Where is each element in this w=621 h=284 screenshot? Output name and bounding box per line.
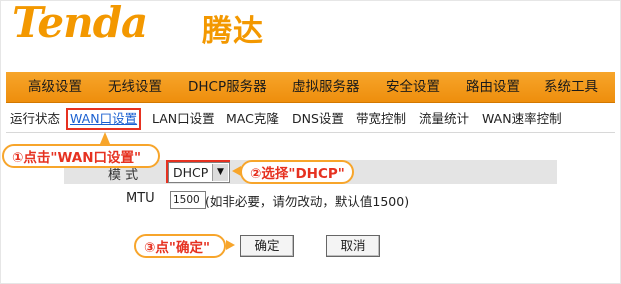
callout-step3: ③点"确定" [134, 234, 226, 258]
mtu-input[interactable]: 1500 [170, 191, 206, 209]
logo-text-cn: 腾达 [202, 14, 264, 49]
subnav-bandwidth-control[interactable]: 带宽控制 [356, 110, 406, 128]
callout-step2: ②选择"DHCP" [240, 160, 354, 184]
mode-select-value: DHCP [173, 165, 209, 180]
subnav-lan-settings[interactable]: LAN口设置 [152, 110, 215, 128]
main-nav: 高级设置 无线设置 DHCP服务器 虚拟服务器 安全设置 路由设置 系统工具 [6, 72, 615, 103]
nav-route-settings[interactable]: 路由设置 [466, 72, 520, 102]
callout-pointer [100, 132, 110, 144]
nav-wireless-settings[interactable]: 无线设置 [108, 72, 162, 102]
subnav-traffic-stats[interactable]: 流量统计 [419, 110, 469, 128]
mtu-hint: (如非必要，请勿改动，默认值1500) [205, 194, 410, 209]
sub-nav: 运行状态 WAN口设置 LAN口设置 MAC克隆 DNS设置 带宽控制 流量统计… [6, 104, 615, 134]
cancel-button[interactable]: 取消 [326, 235, 380, 257]
nav-system-tools[interactable]: 系统工具 [544, 72, 598, 102]
mtu-label: MTU [126, 191, 155, 206]
nav-virtual-server[interactable]: 虚拟服务器 [292, 72, 360, 102]
confirm-button[interactable]: 确定 [240, 235, 294, 257]
subnav-wan-rate-control[interactable]: WAN速率控制 [482, 110, 562, 128]
subnav-divider [6, 132, 615, 133]
nav-security-settings[interactable]: 安全设置 [386, 72, 440, 102]
nav-dhcp-server[interactable]: DHCP服务器 [188, 72, 267, 102]
subnav-status[interactable]: 运行状态 [10, 110, 60, 128]
logo-text-en: Tenda [12, 0, 148, 47]
nav-advanced-settings[interactable]: 高级设置 [28, 72, 82, 102]
callout-pointer [226, 240, 235, 250]
callout-step1: ①点击"WAN口设置" [2, 144, 160, 168]
mode-select[interactable]: DHCP ▼ [168, 162, 230, 183]
subnav-dns-settings[interactable]: DNS设置 [292, 110, 344, 128]
dropdown-arrow-icon[interactable]: ▼ [212, 164, 228, 181]
subnav-wan-settings[interactable]: WAN口设置 [66, 108, 142, 130]
subnav-mac-clone[interactable]: MAC克隆 [226, 110, 279, 128]
